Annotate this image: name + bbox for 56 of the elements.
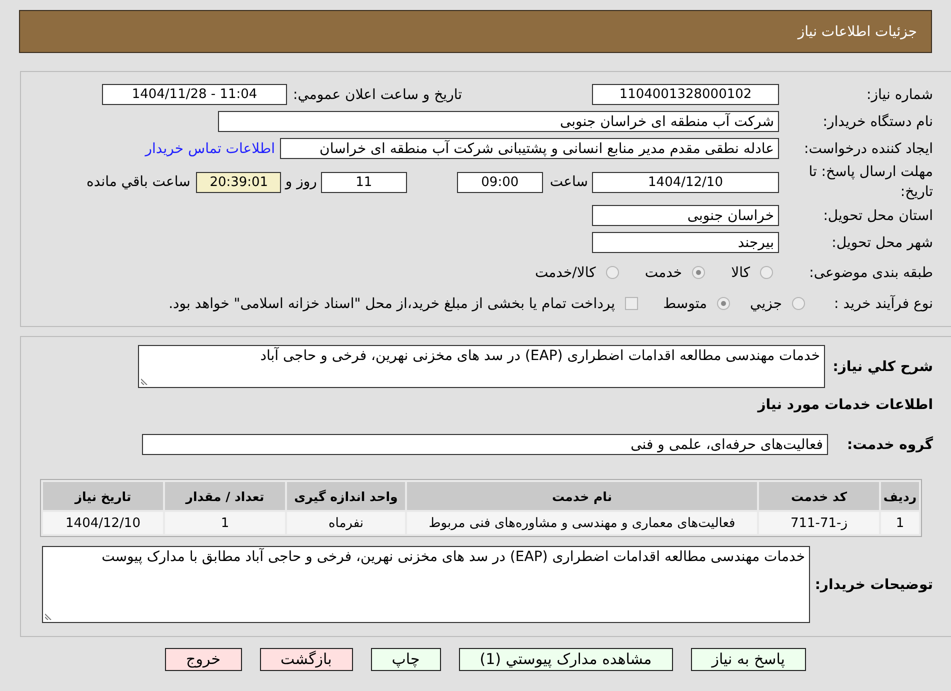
purchase-type-option-label: متوسط bbox=[663, 296, 708, 312]
buyer-notes-field[interactable]: خدمات مهندسی مطالعه اقدامات اضطراری (EAP) در سد های مخزنی نهرین، فرخی و حاجی آباد مطابق با مدارک پیوست bbox=[42, 546, 810, 623]
time-left-label: ساعت باقي مانده bbox=[86, 174, 190, 190]
column-header: واحد اندازه گیری bbox=[287, 482, 405, 510]
need-number-label: شماره نیاز: bbox=[866, 86, 933, 102]
section-heading: اطلاعات خدمات مورد نیاز bbox=[756, 396, 933, 414]
back-button[interactable]: بازگشت bbox=[260, 648, 353, 671]
need-number-field[interactable]: 1104001328000102 bbox=[592, 84, 779, 105]
time-left-field[interactable]: 20:39:01 bbox=[196, 172, 282, 192]
print-button[interactable]: چاپ bbox=[370, 648, 441, 671]
province-field[interactable]: خراسان جنوبی bbox=[592, 205, 779, 226]
table-cell: 1404/12/10 bbox=[43, 512, 163, 534]
attachments-button[interactable]: مشاهده مدارک پیوستي (1) bbox=[458, 648, 673, 671]
days-left-field[interactable]: 11 bbox=[320, 172, 407, 192]
description-label: شرح کلي نیاز: bbox=[832, 358, 933, 374]
description-field[interactable]: خدمات مهندسی مطالعه اقدامات اضطراری (EAP) در سد های مخزنی نهرین، فرخی و حاجی آباد bbox=[138, 345, 825, 388]
reply-button[interactable]: پاسخ به نیاز bbox=[690, 648, 806, 671]
page-title: جزئیات اطلاعات نیاز bbox=[798, 24, 917, 40]
column-header: کد خدمت bbox=[759, 482, 879, 510]
buyer-contact-link[interactable]: اطلاعات تماس خریدار bbox=[145, 140, 275, 156]
time-label: ساعت bbox=[550, 174, 588, 190]
table-cell: فعالیت‌های معماری و مهندسی و مشاوره‌های فنی مربوط bbox=[407, 512, 757, 534]
days-label: روز و bbox=[285, 174, 317, 190]
buyer-org-label: نام دستگاه خریدار: bbox=[822, 114, 933, 130]
purchase-type-label: نوع فرآیند خرید : bbox=[833, 296, 933, 312]
buyer-notes-label: توضیحات خریدار: bbox=[814, 576, 933, 592]
deadline-date-field[interactable]: 1404/12/10 bbox=[592, 172, 779, 192]
city-label: شهر محل تحویل: bbox=[830, 234, 933, 250]
treasury-label: پرداخت تمام یا بخشی از مبلغ خرید،از محل "اسناد خزانه اسلامی" خواهد بود. bbox=[168, 296, 616, 312]
column-header: ردیف bbox=[881, 482, 919, 510]
service-group-field[interactable]: فعالیت‌های حرفه‌ای، علمی و فنی bbox=[142, 434, 828, 455]
buyer-org-field[interactable]: شرکت آب منطقه ای خراسان جنوبی bbox=[218, 111, 779, 132]
resize-grip-icon[interactable] bbox=[45, 613, 52, 620]
table-cell: ز-71-711 bbox=[759, 512, 879, 534]
category-option-label: کالا/خدمت bbox=[534, 264, 596, 280]
category-option-label: کالا bbox=[731, 264, 750, 280]
category-label: طبقه بندی موضوعی: bbox=[808, 264, 933, 280]
announce-date-field[interactable]: 1404/11/28 - 11:04 bbox=[102, 84, 288, 105]
announce-date-label: تاریخ و ساعت اعلان عمومي: bbox=[293, 86, 462, 102]
exit-button[interactable]: خروج bbox=[165, 648, 242, 671]
table-cell: نفرماه bbox=[287, 512, 405, 534]
service-group-label: گروه خدمت: bbox=[846, 436, 933, 452]
requester-label: ایجاد کننده درخواست: bbox=[803, 140, 933, 156]
province-label: استان محل تحویل: bbox=[822, 208, 933, 224]
deadline-label: مهلت ارسال پاسخ: تا تاریخ: bbox=[808, 163, 933, 202]
column-header: تعداد / مقدار bbox=[165, 482, 285, 510]
requester-field[interactable]: عادله نطقی مقدم مدیر منابع انسانی و پشتیبانی شرکت آب منطقه ای خراسان bbox=[280, 138, 779, 159]
table-cell: 1 bbox=[165, 512, 285, 534]
category-option-label: خدمت bbox=[644, 264, 682, 280]
column-header: تاریخ نیاز bbox=[43, 482, 163, 510]
deadline-time-field[interactable]: 09:00 bbox=[456, 172, 543, 192]
city-field[interactable]: بیرجند bbox=[592, 232, 779, 253]
table-cell: 1 bbox=[881, 512, 919, 534]
column-header: نام خدمت bbox=[407, 482, 757, 510]
resize-grip-icon[interactable] bbox=[141, 378, 148, 385]
purchase-type-option-label: جزيي bbox=[750, 296, 782, 312]
